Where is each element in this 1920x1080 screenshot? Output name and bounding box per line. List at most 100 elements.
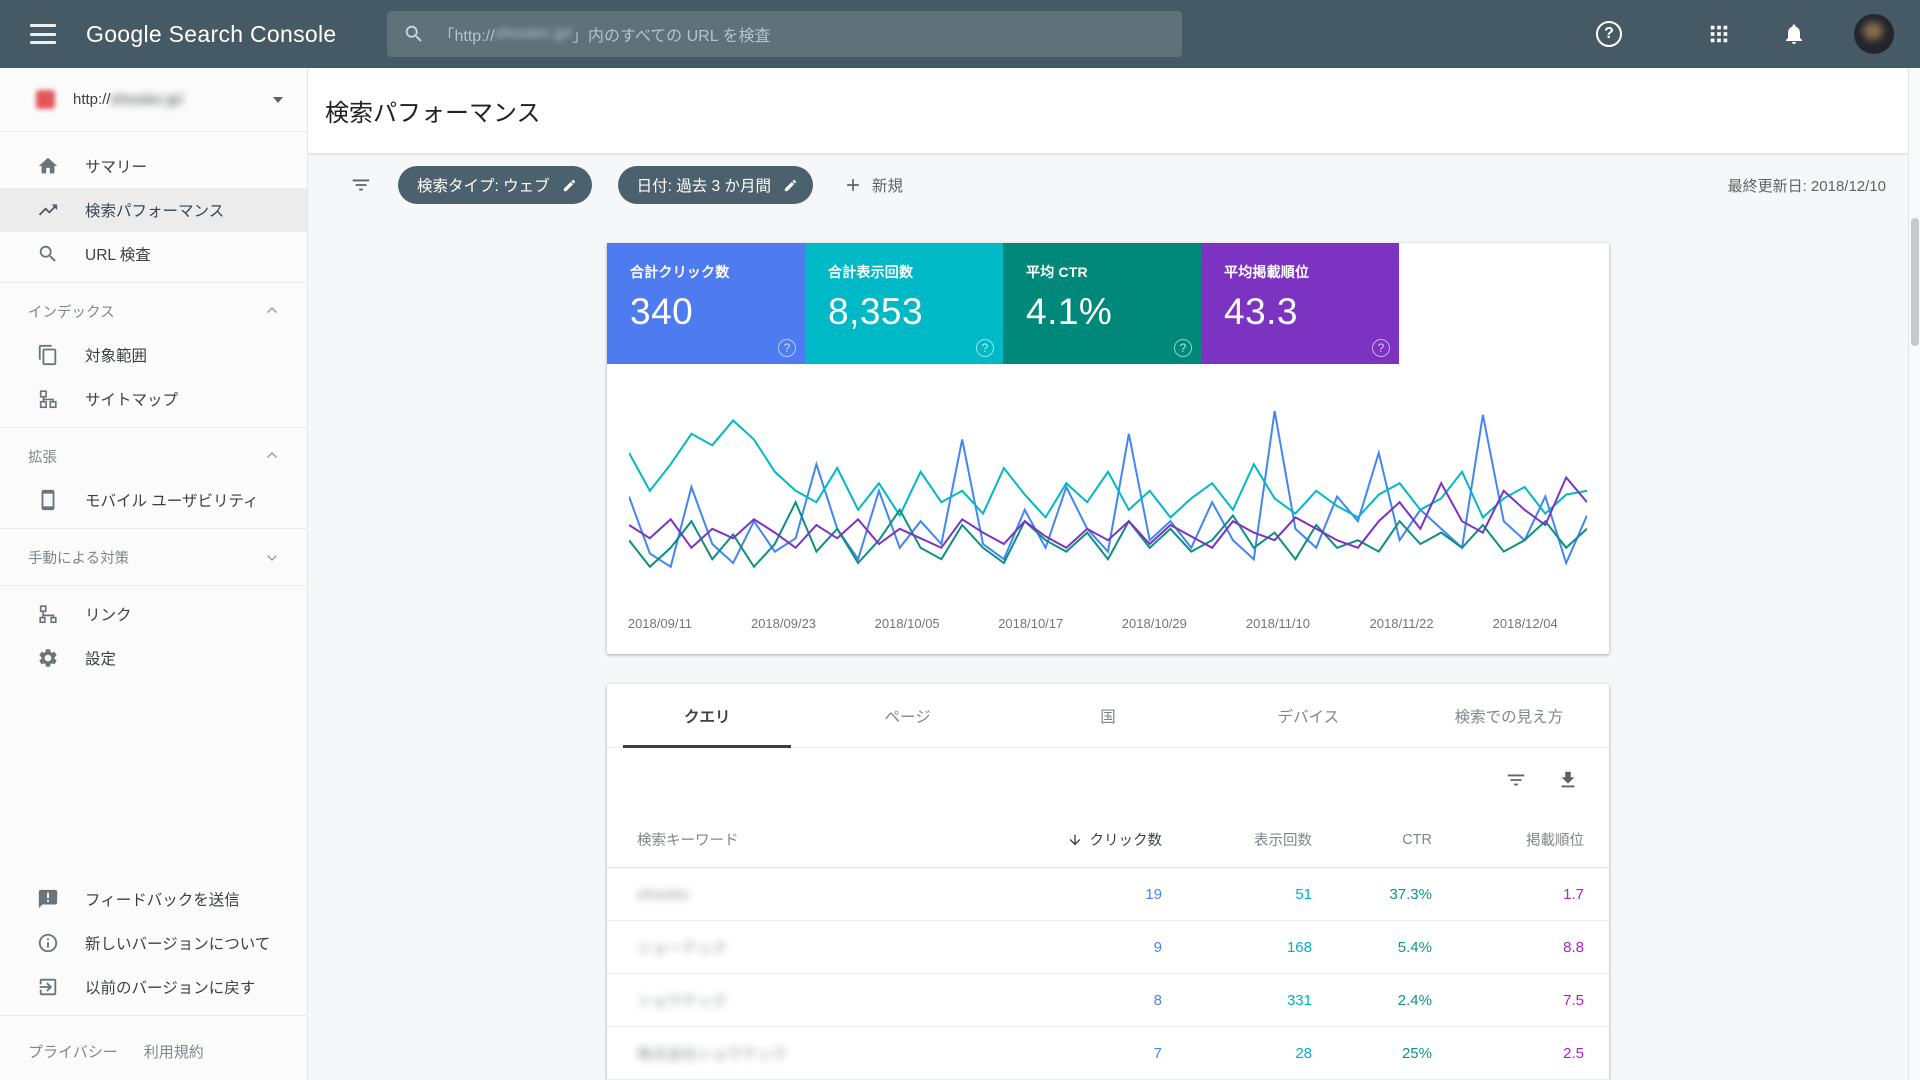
main-content: 検索パフォーマンス 検索タイプ: ウェブ 日付: 過去 3 か月間 新規 最終更…: [308, 68, 1908, 1080]
ctr-cell[interactable]: 2.4%: [1312, 992, 1432, 1009]
revert-icon: [37, 976, 59, 998]
tile-help-icon[interactable]: ?: [1174, 339, 1192, 357]
sidebar-divider: [0, 427, 307, 428]
sidebar-section-enhancements[interactable]: 拡張: [0, 434, 307, 478]
tile-help-icon[interactable]: ?: [976, 339, 994, 357]
tab-queries[interactable]: クエリ: [607, 684, 807, 747]
search-placeholder-url: shoutec.jp/: [495, 25, 572, 43]
chart-x-axis-labels: 2018/09/112018/09/232018/10/052018/10/17…: [629, 616, 1587, 636]
links-icon: [37, 603, 59, 625]
download-icon[interactable]: [1557, 769, 1579, 791]
performance-icon: [37, 199, 59, 221]
scrollbar-thumb[interactable]: [1911, 218, 1919, 346]
sidebar-section-index[interactable]: インデックス: [0, 289, 307, 333]
avatar[interactable]: [1854, 14, 1894, 54]
tile-help-icon[interactable]: ?: [778, 339, 796, 357]
chevron-up-icon: [263, 302, 281, 320]
tab-search-appearance[interactable]: 検索での見え方: [1409, 684, 1609, 747]
ctr-cell[interactable]: 25%: [1312, 1045, 1432, 1062]
help-icon[interactable]: ?: [1596, 21, 1622, 47]
col-header-keyword[interactable]: 検索キーワード: [637, 829, 1012, 850]
notifications-icon[interactable]: [1782, 22, 1806, 46]
x-axis-label: 2018/10/29: [1122, 616, 1187, 631]
sidebar-item-send-feedback[interactable]: フィードバックを送信: [0, 877, 307, 921]
sidebar-divider: [0, 585, 307, 586]
clicks-cell[interactable]: 9: [1012, 939, 1162, 956]
impressions-cell[interactable]: 28: [1162, 1045, 1312, 1062]
url-inspect-search-input[interactable]: 「http://shoutec.jp/」内のすべての URL を検査: [387, 11, 1182, 57]
col-header-position[interactable]: 掲載順位: [1432, 829, 1584, 850]
ctr-cell[interactable]: 5.4%: [1312, 939, 1432, 956]
chevron-down-icon: [263, 548, 281, 566]
sidebar-section-manual-actions[interactable]: 手動による対策: [0, 535, 307, 579]
last-updated-label: 最終更新日: 2018/12/10: [1728, 175, 1886, 196]
clicks-cell[interactable]: 19: [1012, 886, 1162, 903]
property-url-domain: shoutec.jp/: [111, 91, 184, 108]
sidebar-item-coverage[interactable]: 対象範囲: [0, 333, 307, 377]
ctr-cell[interactable]: 37.3%: [1312, 886, 1432, 903]
performance-chart-card: 合計クリック数 340 ? 合計表示回数 8,353 ? 平均 CTR 4.1%…: [607, 243, 1609, 654]
metric-tile-clicks[interactable]: 合計クリック数 340 ?: [607, 243, 805, 364]
privacy-link[interactable]: プライバシー: [28, 1041, 118, 1062]
position-cell[interactable]: 1.7: [1432, 886, 1584, 903]
sort-desc-icon: [1067, 832, 1083, 848]
apps-icon[interactable]: [1708, 23, 1730, 45]
tab-devices[interactable]: デバイス: [1208, 684, 1408, 747]
performance-chart[interactable]: [629, 408, 1587, 604]
new-filter-button[interactable]: 新規: [843, 174, 903, 196]
impressions-cell[interactable]: 331: [1162, 992, 1312, 1009]
col-header-impressions[interactable]: 表示回数: [1162, 829, 1312, 850]
chevron-down-icon: [273, 97, 283, 103]
sidebar-item-url-inspection[interactable]: URL 検査: [0, 232, 307, 276]
filter-icon[interactable]: [1505, 769, 1527, 791]
metric-tile-impressions[interactable]: 合計表示回数 8,353 ?: [805, 243, 1003, 364]
terms-link[interactable]: 利用規約: [144, 1041, 204, 1062]
top-app-bar: Google Search Console 「http://shoutec.jp…: [0, 0, 1920, 68]
sidebar-item-about-new-version[interactable]: 新しいバージョンについて: [0, 921, 307, 965]
dimension-tabs: クエリ ページ 国 デバイス 検索での見え方: [607, 684, 1609, 748]
dimensions-table-card: クエリ ページ 国 デバイス 検索での見え方 検索キーワード クリック数 表示回…: [607, 684, 1609, 1080]
metric-tile-ctr[interactable]: 平均 CTR 4.1% ?: [1003, 243, 1201, 364]
sidebar-item-back-to-old-version[interactable]: 以前のバージョンに戻す: [0, 965, 307, 1009]
filter-chip-search-type[interactable]: 検索タイプ: ウェブ: [398, 166, 592, 204]
position-cell[interactable]: 2.5: [1432, 1045, 1584, 1062]
table-row[interactable]: shoutec 19 51 37.3% 1.7: [607, 868, 1609, 921]
position-cell[interactable]: 8.8: [1432, 939, 1584, 956]
sidebar-item-summary[interactable]: サマリー: [0, 144, 307, 188]
sidebar-item-settings[interactable]: 設定: [0, 636, 307, 680]
col-header-ctr[interactable]: CTR: [1312, 832, 1432, 848]
sidebar-divider: [0, 1015, 307, 1016]
sidebar-item-sitemaps[interactable]: サイトマップ: [0, 377, 307, 421]
mobile-icon: [37, 489, 59, 511]
metric-value: 8,353: [828, 291, 1003, 333]
tab-countries[interactable]: 国: [1008, 684, 1208, 747]
table-row[interactable]: 株式会社ショウテック 7 28 25% 2.5: [607, 1027, 1609, 1080]
settings-icon: [37, 647, 59, 669]
property-selector[interactable]: http://shoutec.jp/: [0, 68, 307, 132]
table-row[interactable]: ショーテック 9 168 5.4% 8.8: [607, 921, 1609, 974]
table-row[interactable]: ショウテック 8 331 2.4% 7.5: [607, 974, 1609, 1027]
tile-help-icon[interactable]: ?: [1372, 339, 1390, 357]
sidebar-item-performance[interactable]: 検索パフォーマンス: [0, 188, 307, 232]
coverage-icon: [37, 344, 59, 366]
sidebar-item-links[interactable]: リンク: [0, 592, 307, 636]
impressions-cell[interactable]: 168: [1162, 939, 1312, 956]
home-icon: [37, 155, 59, 177]
search-icon: [403, 23, 425, 45]
x-axis-label: 2018/11/22: [1370, 616, 1434, 631]
keyword-cell: ショーテック: [637, 937, 1012, 958]
sidebar-item-mobile-usability[interactable]: モバイル ユーザビリティ: [0, 478, 307, 522]
clicks-cell[interactable]: 8: [1012, 992, 1162, 1009]
filter-chip-date-range[interactable]: 日付: 過去 3 か月間: [618, 166, 813, 204]
tab-pages[interactable]: ページ: [807, 684, 1007, 747]
col-header-clicks[interactable]: クリック数: [1012, 829, 1162, 850]
vertical-scrollbar[interactable]: [1908, 68, 1920, 1080]
metric-tile-position[interactable]: 平均掲載順位 43.3 ?: [1201, 243, 1399, 364]
impressions-cell[interactable]: 51: [1162, 886, 1312, 903]
position-cell[interactable]: 7.5: [1432, 992, 1584, 1009]
filter-icon[interactable]: [350, 174, 372, 196]
x-axis-label: 2018/10/17: [998, 616, 1063, 631]
clicks-cell[interactable]: 7: [1012, 1045, 1162, 1062]
metric-tiles: 合計クリック数 340 ? 合計表示回数 8,353 ? 平均 CTR 4.1%…: [607, 243, 1609, 364]
menu-icon[interactable]: [30, 24, 56, 44]
